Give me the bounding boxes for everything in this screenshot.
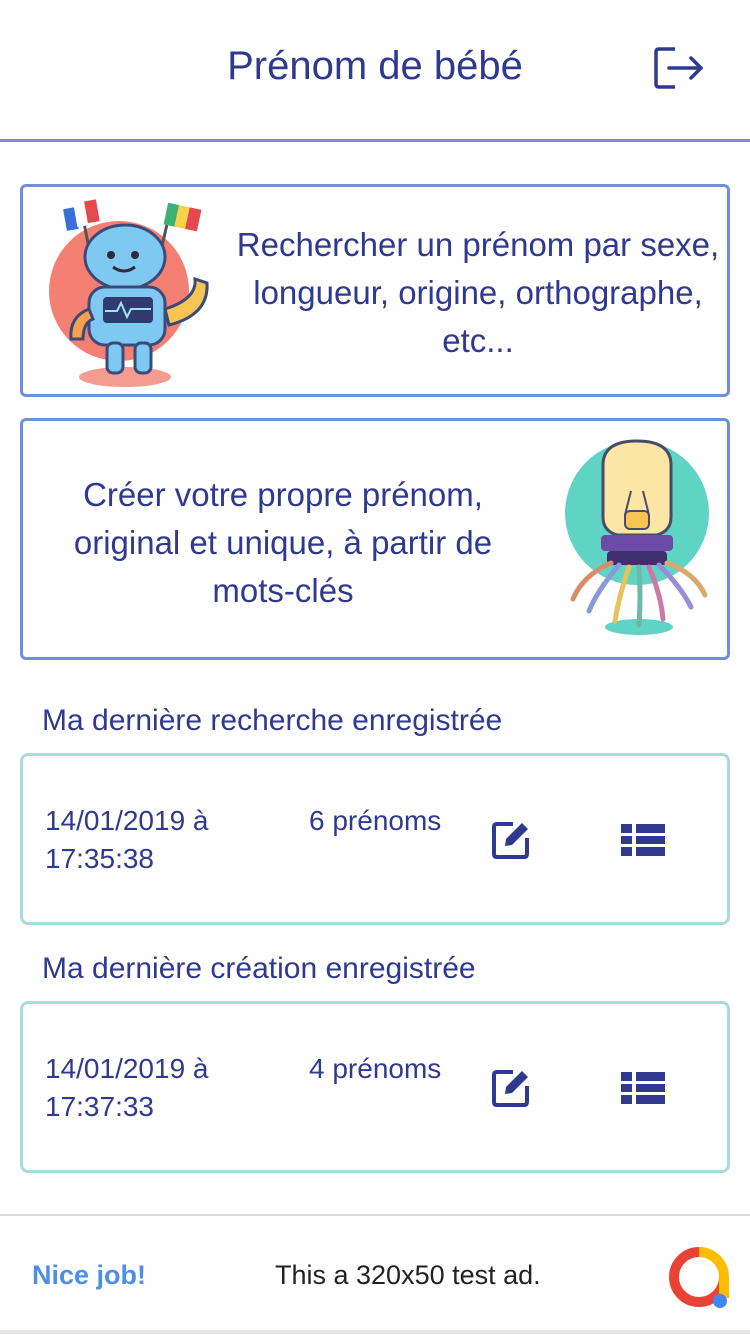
ad-text: This a 320x50 test ad. — [275, 1260, 541, 1290]
robot-with-flags-illustration — [49, 199, 209, 387]
last-creation-record: 14/01/2019 à 17:37:33 4 prénoms — [20, 1001, 730, 1173]
bottom-divider — [0, 1330, 750, 1334]
edit-button[interactable] — [489, 1066, 533, 1110]
last-search-title: Ma dernière recherche enregistrée — [42, 704, 503, 737]
logout-icon — [654, 47, 703, 89]
list-button[interactable] — [619, 1068, 667, 1108]
lightbulb-octopus-illustration — [565, 439, 709, 635]
create-card-text: Créer votre propre prénom, original et u… — [73, 476, 493, 609]
list-icon — [621, 1072, 665, 1104]
record-count: 4 prénoms — [309, 1053, 442, 1084]
app-header: Prénom de bébé — [0, 0, 750, 142]
last-creation-title: Ma dernière création enregistrée — [42, 952, 476, 985]
record-count: 6 prénoms — [309, 805, 442, 836]
search-name-card[interactable]: Rechercher un prénom par sexe, longueur,… — [20, 184, 730, 397]
edit-button[interactable] — [489, 818, 533, 862]
record-date: 14/01/2019 à 17:35:38 — [45, 805, 209, 874]
page-title: Prénom de bébé — [227, 44, 523, 88]
create-name-card[interactable]: Créer votre propre prénom, original et u… — [20, 418, 730, 660]
google-ads-logo-icon — [669, 1247, 729, 1308]
ad-nice-job-label[interactable]: Nice job! — [32, 1260, 146, 1291]
list-icon — [621, 824, 665, 856]
list-button[interactable] — [619, 820, 667, 860]
edit-icon — [492, 822, 529, 859]
record-date: 14/01/2019 à 17:37:33 — [45, 1053, 209, 1122]
search-card-text: Rechercher un prénom par sexe, longueur,… — [236, 226, 720, 359]
last-search-record: 14/01/2019 à 17:35:38 6 prénoms — [20, 753, 730, 925]
edit-icon — [492, 1070, 529, 1107]
logout-button[interactable] — [650, 42, 710, 94]
ad-banner[interactable]: Nice job! This a 320x50 test ad. — [0, 1214, 750, 1334]
